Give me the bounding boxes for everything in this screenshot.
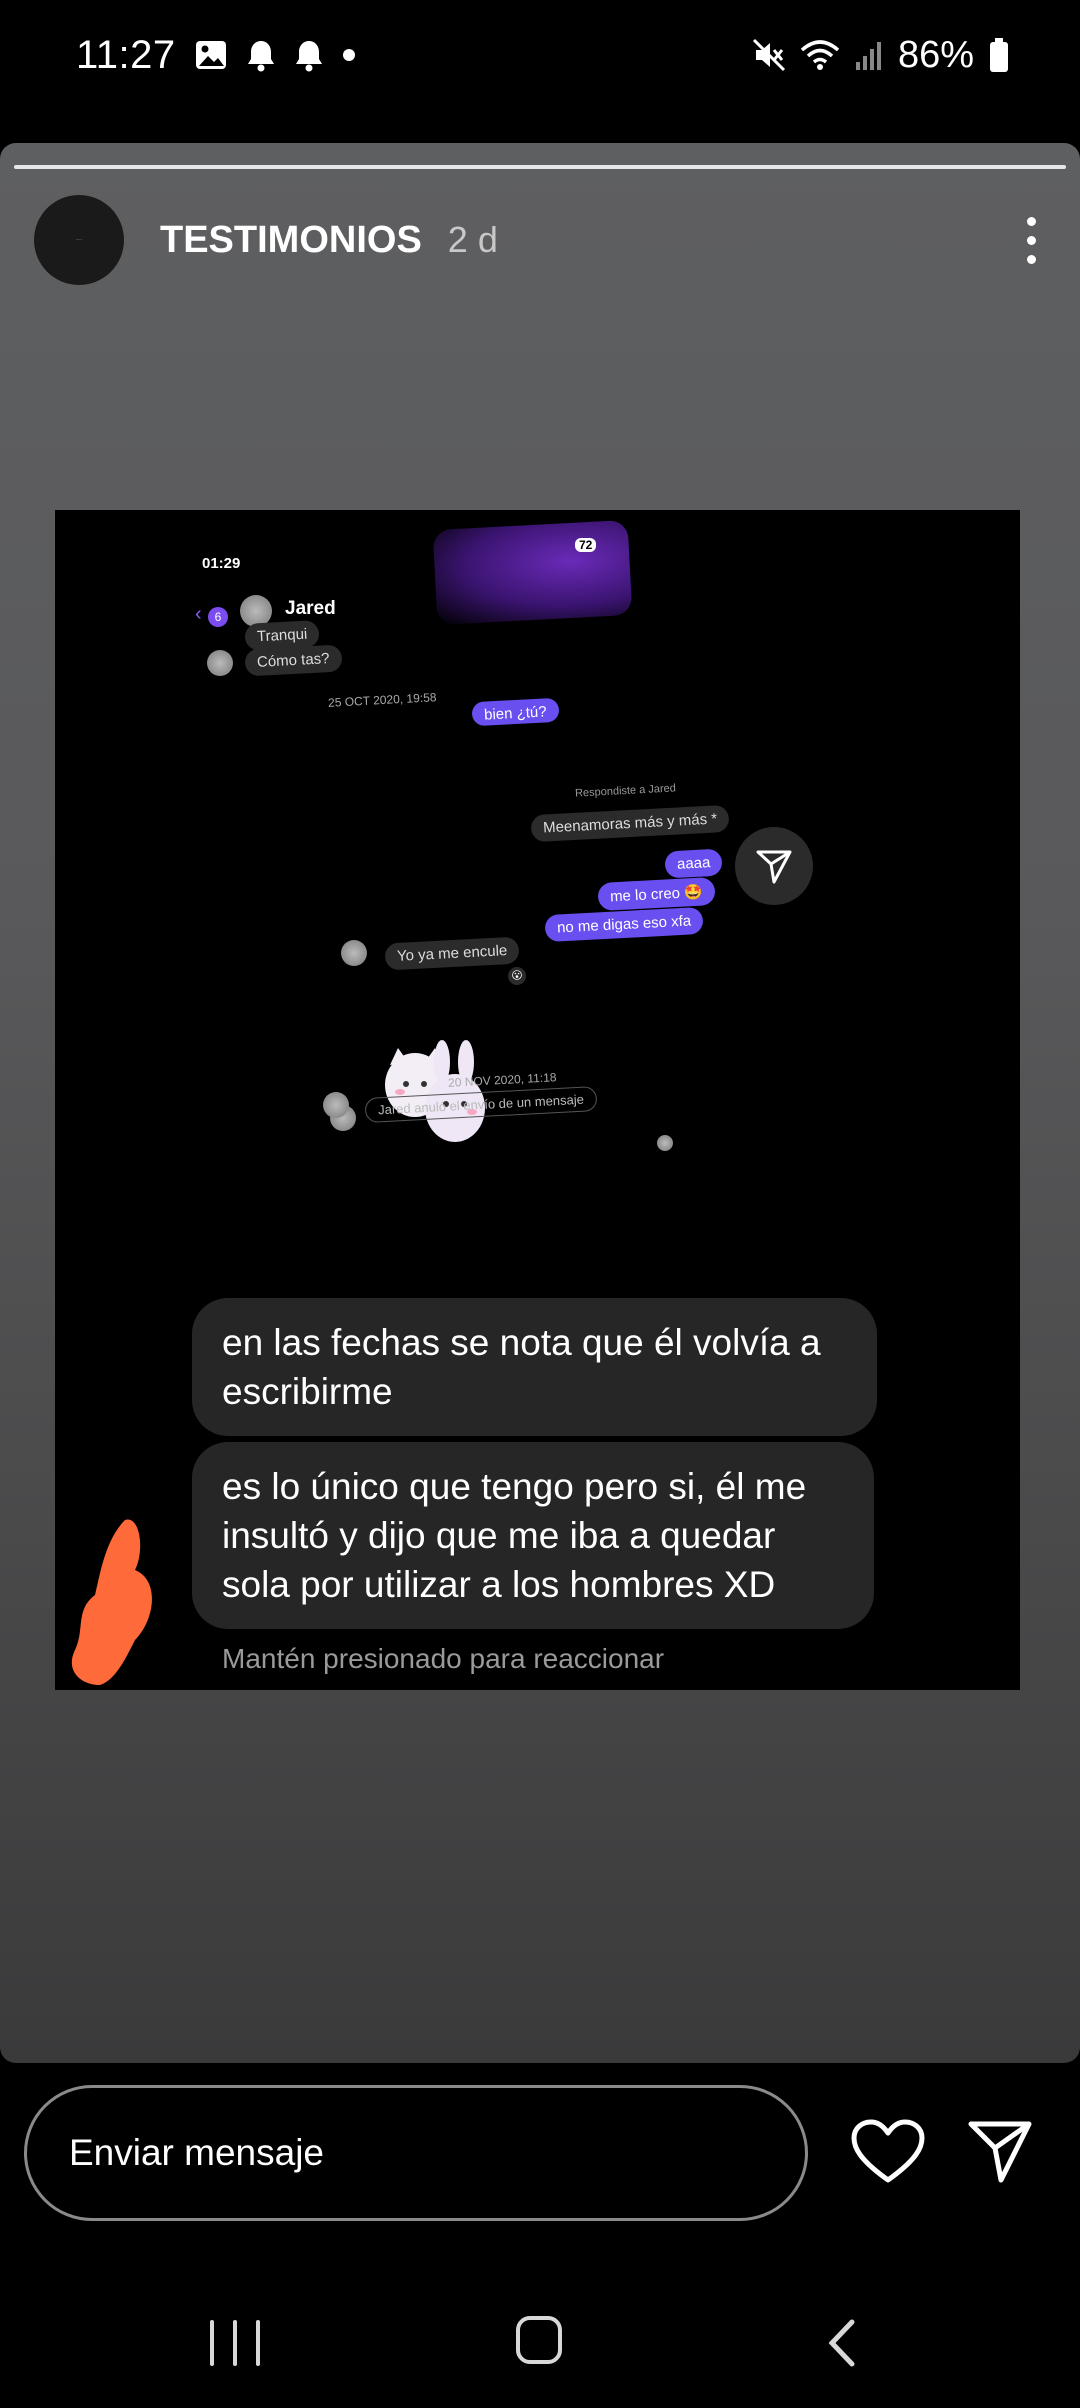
inner-chat-screenshot: 01:29 72 ‹ 6 Jared Tranqui Cómo tas? 25 … bbox=[55, 510, 1020, 1270]
inner-seen-avatar bbox=[657, 1135, 673, 1151]
story-progress-segment bbox=[14, 165, 1066, 169]
story-card[interactable]: ··· TESTIMONIOS 2 d 01:29 72 ‹ 6 Jared T… bbox=[0, 143, 1080, 2063]
redaction-scribble bbox=[71, 1519, 152, 1685]
inner-back-badge: 6 bbox=[208, 607, 228, 627]
send-icon[interactable] bbox=[965, 2116, 1035, 2186]
wifi-icon bbox=[800, 38, 840, 72]
signal-icon bbox=[854, 38, 884, 72]
recents-icon[interactable] bbox=[210, 2320, 260, 2366]
message-input[interactable]: Enviar mensaje bbox=[24, 2085, 808, 2221]
inner-back-icon: ‹ bbox=[195, 603, 202, 625]
bell-icon bbox=[294, 38, 324, 72]
inner-status-time: 01:29 bbox=[202, 555, 241, 572]
share-icon[interactable] bbox=[735, 827, 813, 905]
message-bubble: es lo único que tengo pero si, él me ins… bbox=[192, 1442, 874, 1629]
status-bar: 11:27 86% bbox=[0, 0, 1080, 110]
navigation-bar bbox=[0, 2290, 1080, 2408]
gallery-icon bbox=[194, 38, 228, 72]
inner-message: Meenamoras más y más * bbox=[530, 804, 730, 843]
avatar[interactable]: ··· bbox=[34, 195, 124, 285]
story-progress-bar bbox=[14, 165, 1066, 169]
story-image: 01:29 72 ‹ 6 Jared Tranqui Cómo tas? 25 … bbox=[55, 510, 1020, 1690]
inner-reply-label: Respondiste a Jared bbox=[574, 782, 677, 800]
inner-message: aaaa bbox=[664, 848, 724, 879]
message-input-placeholder: Enviar mensaje bbox=[69, 2132, 325, 2173]
inner-avatar bbox=[207, 650, 233, 676]
battery-percent: 86% bbox=[897, 33, 974, 76]
inner-message: Cómo tas? bbox=[244, 644, 343, 677]
heart-icon[interactable] bbox=[850, 2118, 926, 2188]
inner-contact-name: Jared bbox=[285, 598, 336, 619]
story-username[interactable]: TESTIMONIOS bbox=[160, 219, 422, 262]
battery-icon bbox=[988, 37, 1010, 73]
inner-message: Yo ya me encule bbox=[384, 936, 520, 971]
status-time: 11:27 bbox=[76, 32, 176, 77]
inner-avatar bbox=[323, 1092, 349, 1118]
reaction-hint: Mantén presionado para reaccionar bbox=[222, 1643, 665, 1674]
story-age: 2 d bbox=[447, 219, 498, 260]
back-icon[interactable] bbox=[826, 2318, 856, 2373]
home-icon[interactable] bbox=[516, 2316, 562, 2364]
more-options-icon[interactable] bbox=[1016, 210, 1046, 270]
inner-avatar bbox=[341, 940, 367, 966]
reaction-emoji: 😮 bbox=[508, 967, 526, 985]
inner-call-header bbox=[432, 519, 633, 626]
mute-icon bbox=[752, 38, 786, 72]
story-header: ··· TESTIMONIOS 2 d bbox=[34, 195, 1046, 285]
inner-date: 25 OCT 2020, 19:58 bbox=[327, 690, 437, 710]
inner-message: bien ¿tú? bbox=[471, 697, 560, 727]
bell-icon bbox=[246, 38, 276, 72]
inner-message: me lo creo 🤩 bbox=[597, 876, 716, 912]
inner-battery: 72 bbox=[575, 538, 597, 552]
dot-icon bbox=[342, 48, 356, 62]
message-bubble: en las fechas se nota que él volvía a es… bbox=[192, 1298, 877, 1436]
inner-message: no me digas eso xfa bbox=[544, 906, 704, 943]
